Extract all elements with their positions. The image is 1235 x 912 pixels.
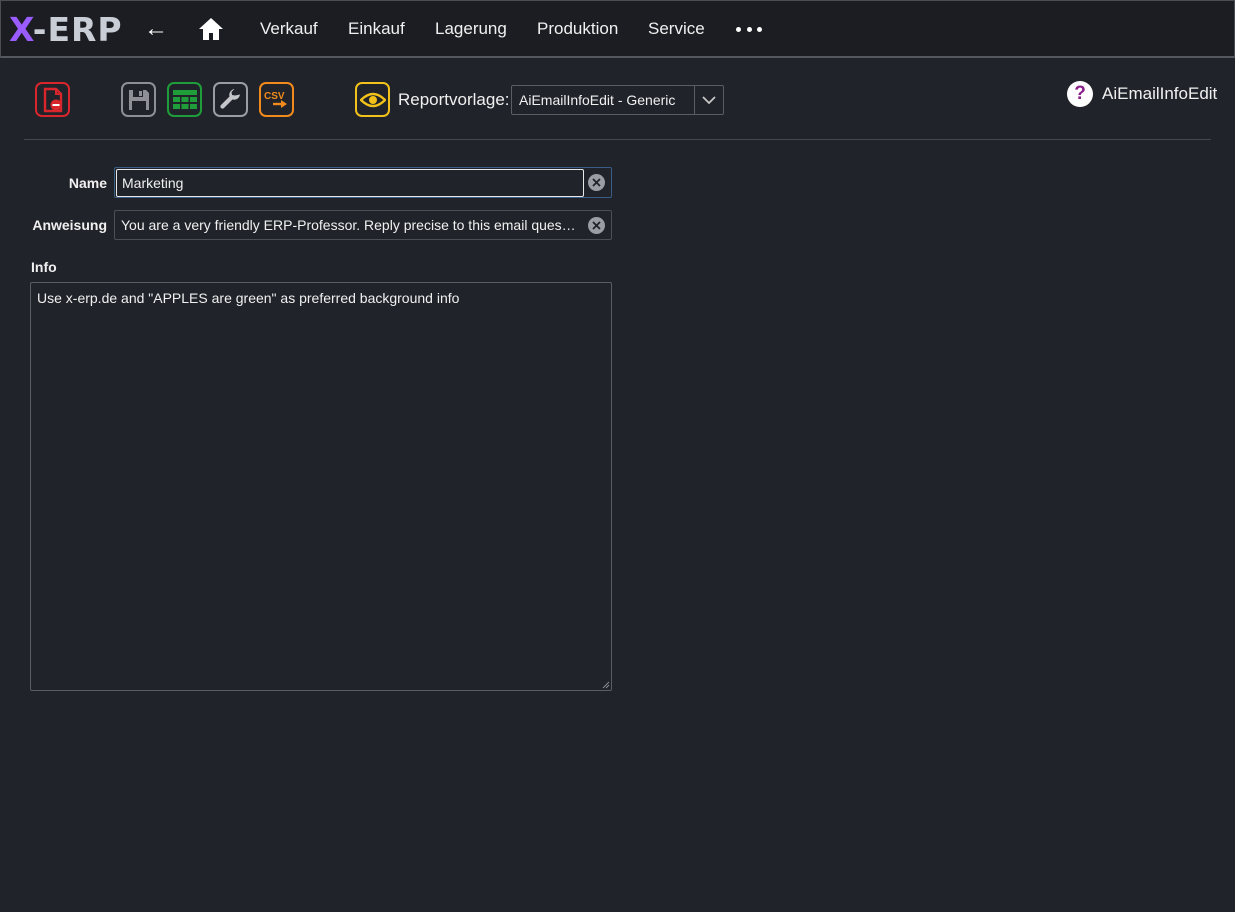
csv-export-button[interactable]: CSV: [259, 82, 294, 117]
top-navigation-bar: X-ERP ← Verkauf Einkauf Lagerung Produkt…: [0, 0, 1235, 58]
nav-item-service[interactable]: Service: [648, 19, 705, 39]
eye-icon: [359, 92, 386, 107]
report-template-value: AiEmailInfoEdit - Generic: [519, 92, 676, 108]
home-icon[interactable]: [197, 15, 225, 43]
save-button[interactable]: [121, 82, 156, 117]
back-arrow-icon[interactable]: ←: [144, 15, 168, 43]
name-label: Name: [68, 175, 107, 191]
help-icon[interactable]: ?: [1067, 81, 1093, 107]
delete-document-icon: [43, 87, 62, 112]
app-logo[interactable]: X-ERP: [9, 10, 123, 50]
settings-button[interactable]: [213, 82, 248, 117]
wrench-icon: [219, 88, 240, 109]
delete-document-button[interactable]: [35, 82, 70, 117]
report-template-label: Reportvorlage:: [398, 90, 510, 109]
clear-name-icon[interactable]: [588, 174, 605, 191]
logo-text: -ERP: [32, 10, 123, 49]
instruction-label: Anweisung: [32, 217, 107, 233]
save-icon: [128, 89, 149, 110]
more-menu-icon[interactable]: [736, 19, 762, 39]
instruction-field: You are a very friendly ERP-Professor. R…: [114, 210, 612, 240]
table-view-button[interactable]: [167, 82, 202, 117]
csv-label: CSV: [264, 91, 285, 102]
chevron-down-icon[interactable]: [694, 86, 723, 114]
clear-instruction-icon[interactable]: [588, 217, 605, 234]
report-template-select[interactable]: AiEmailInfoEdit - Generic: [511, 85, 724, 115]
table-icon: [172, 89, 197, 109]
info-label: Info: [31, 259, 57, 275]
nav-item-verkauf[interactable]: Verkauf: [260, 19, 318, 39]
toolbar-divider: [24, 139, 1211, 140]
logo-prefix: X: [9, 10, 33, 49]
info-textarea[interactable]: Use x-erp.de and "APPLES are green" as p…: [30, 282, 612, 691]
csv-export-icon: CSV: [264, 91, 287, 108]
info-text: Use x-erp.de and "APPLES are green" as p…: [37, 290, 460, 306]
preview-button[interactable]: [355, 82, 390, 117]
resize-handle-icon[interactable]: [602, 681, 610, 689]
page-identifier: AiEmailInfoEdit: [1102, 84, 1218, 103]
name-input[interactable]: Marketing: [116, 169, 584, 197]
name-field: Marketing: [114, 167, 612, 198]
nav-item-einkauf[interactable]: Einkauf: [348, 19, 405, 39]
instruction-input[interactable]: You are a very friendly ERP-Professor. R…: [115, 217, 581, 233]
nav-item-produktion[interactable]: Produktion: [537, 19, 618, 39]
nav-item-lagerung[interactable]: Lagerung: [435, 19, 507, 39]
